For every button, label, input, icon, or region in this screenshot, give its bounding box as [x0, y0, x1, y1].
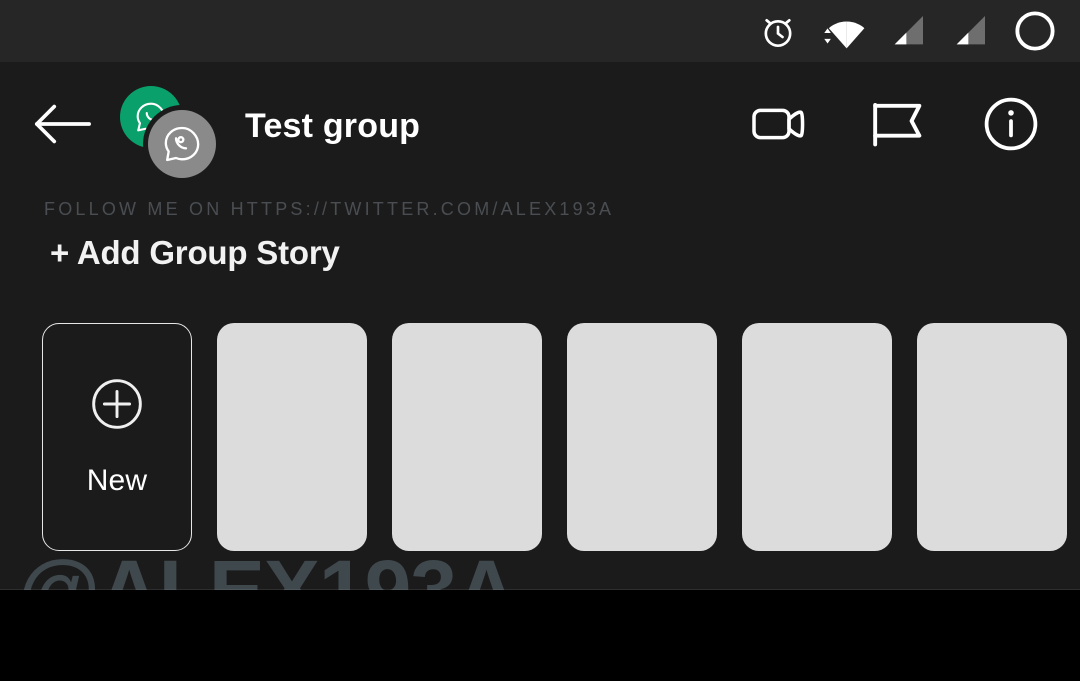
story-placeholder-1[interactable]	[217, 323, 367, 551]
back-arrow-icon	[31, 100, 93, 153]
status-bar	[0, 0, 1080, 62]
video-call-button[interactable]	[750, 99, 816, 154]
story-placeholder-5[interactable]	[917, 323, 1067, 551]
add-group-story-panel: FOLLOW ME ON HTTPS://TWITTER.COM/ALEX193…	[0, 190, 1080, 590]
avatar-primary	[148, 110, 216, 178]
plus-circle-icon	[89, 376, 145, 432]
wifi-icon	[820, 11, 866, 51]
signal-bars-sim2-icon	[950, 11, 990, 51]
bottom-black-area	[0, 590, 1080, 681]
group-avatar-stack[interactable]	[112, 78, 216, 178]
app-header: Test group	[0, 62, 1080, 190]
battery-circle-icon	[1012, 8, 1058, 54]
watermark-top-text: FOLLOW ME ON HTTPS://TWITTER.COM/ALEX193…	[44, 199, 615, 219]
video-camera-icon	[750, 99, 816, 154]
new-story-card[interactable]: New	[42, 323, 192, 551]
story-placeholder-4[interactable]	[742, 323, 892, 551]
story-card-row[interactable]: New	[0, 323, 1080, 555]
page-title: Test group	[245, 106, 421, 145]
story-placeholder-2[interactable]	[392, 323, 542, 551]
alarm-clock-icon	[758, 11, 798, 51]
phone-screen: Test group FOLLOW ME ON HTTPS://TWITTER.…	[0, 0, 1080, 681]
info-button[interactable]	[982, 95, 1040, 158]
back-button[interactable]	[14, 100, 110, 153]
flag-icon	[866, 98, 932, 155]
new-story-label: New	[86, 464, 148, 497]
story-placeholder-3[interactable]	[567, 323, 717, 551]
section-title-add-group-story[interactable]: + Add Group Story	[50, 234, 340, 272]
flag-button[interactable]	[866, 98, 932, 155]
header-actions	[750, 95, 1080, 158]
signal-bars-sim1-icon	[888, 11, 928, 51]
info-circle-icon	[982, 95, 1040, 158]
